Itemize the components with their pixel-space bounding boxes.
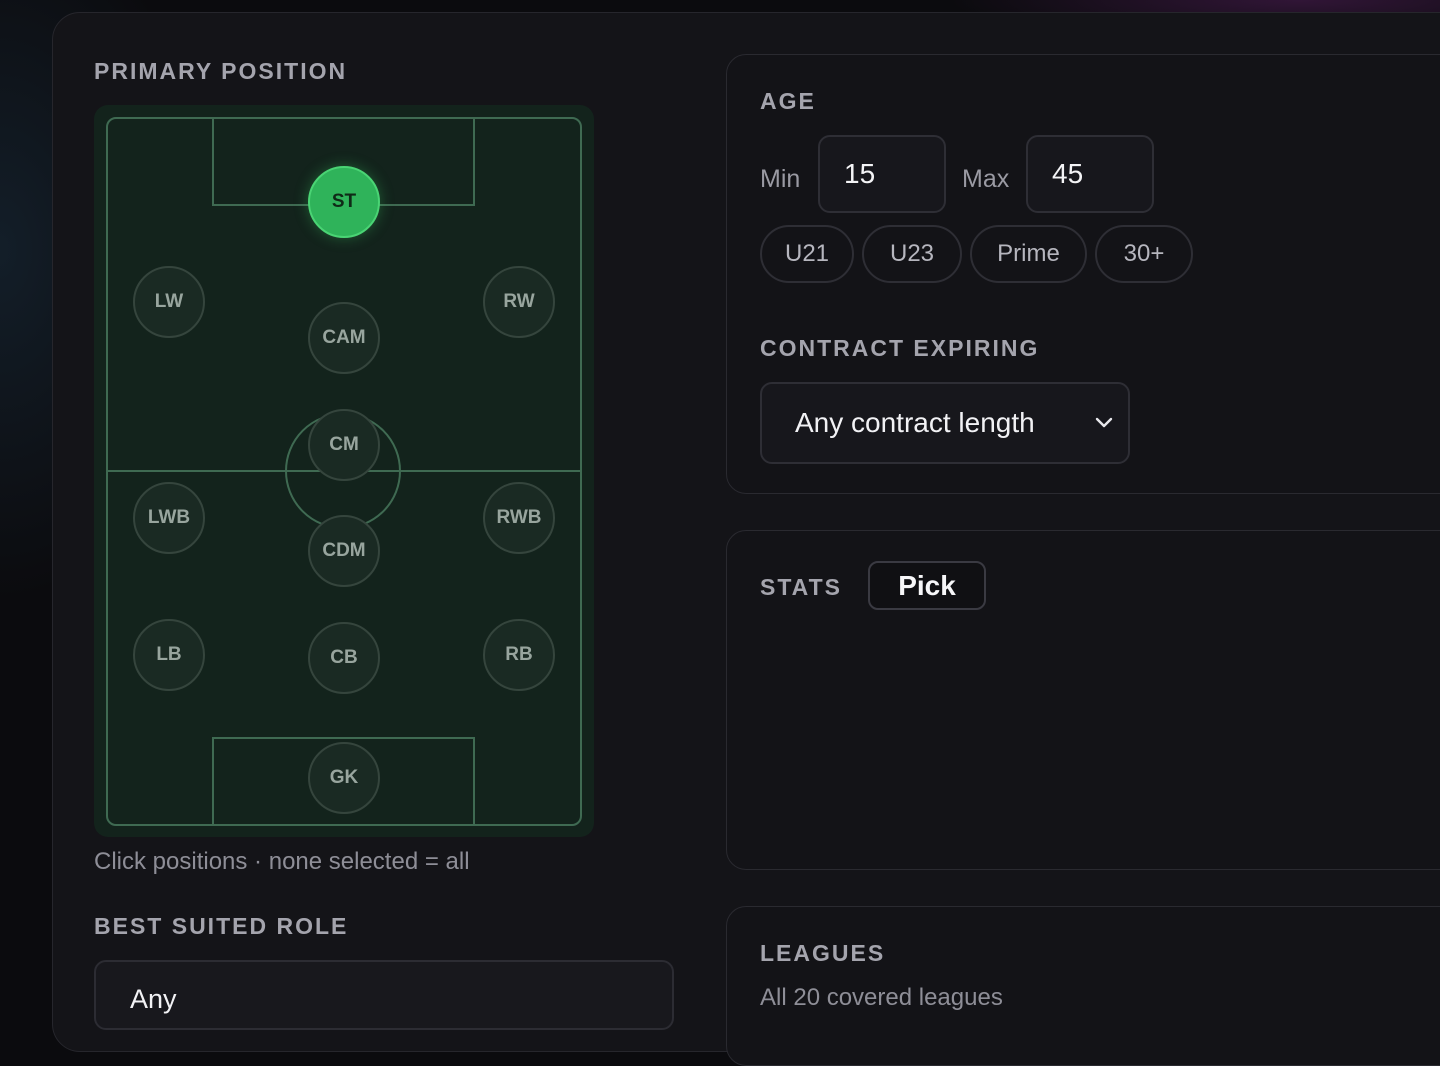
position-rwb[interactable]: RWB [483, 482, 555, 554]
age-preset-u21[interactable]: U21 [760, 225, 854, 283]
leagues-subtitle: All 20 covered leagues [760, 984, 1003, 1012]
position-lw[interactable]: LW [133, 266, 205, 338]
position-rw[interactable]: RW [483, 266, 555, 338]
position-rb[interactable]: RB [483, 619, 555, 691]
age-preset-30-plus[interactable]: 30+ [1095, 225, 1193, 283]
position-lb[interactable]: LB [133, 619, 205, 691]
age-max-label: Max [962, 165, 1009, 194]
stats-pick-button[interactable]: Pick [868, 561, 986, 610]
position-lwb[interactable]: LWB [133, 482, 205, 554]
chevron-down-icon [1094, 416, 1114, 430]
best-suited-role-select[interactable]: Any [94, 960, 674, 1030]
position-cdm[interactable]: CDM [308, 515, 380, 587]
leagues-label: LEAGUES [760, 940, 885, 967]
contract-expiring-label: CONTRACT EXPIRING [760, 335, 1039, 362]
age-min-label: Min [760, 165, 800, 194]
position-hint: Click positions · none selected = all [94, 848, 470, 876]
age-label: AGE [760, 88, 816, 115]
position-gk[interactable]: GK [308, 742, 380, 814]
stats-label: STATS [760, 574, 842, 601]
position-cm[interactable]: CM [308, 409, 380, 481]
age-min-input[interactable] [818, 135, 946, 213]
position-cb[interactable]: CB [308, 622, 380, 694]
best-suited-role-value: Any [130, 984, 177, 1014]
position-st[interactable]: ST [308, 166, 380, 238]
pitch: ST LW RW CAM CM LWB RWB CDM LB CB RB GK [94, 105, 594, 837]
age-preset-u23[interactable]: U23 [862, 225, 962, 283]
contract-length-value: Any contract length [795, 407, 1035, 439]
age-max-input[interactable] [1026, 135, 1154, 213]
age-preset-prime[interactable]: Prime [970, 225, 1087, 283]
best-suited-role-label: BEST SUITED ROLE [94, 913, 348, 940]
contract-length-select[interactable]: Any contract length [760, 382, 1130, 464]
position-cam[interactable]: CAM [308, 302, 380, 374]
primary-position-label: PRIMARY POSITION [94, 58, 347, 85]
